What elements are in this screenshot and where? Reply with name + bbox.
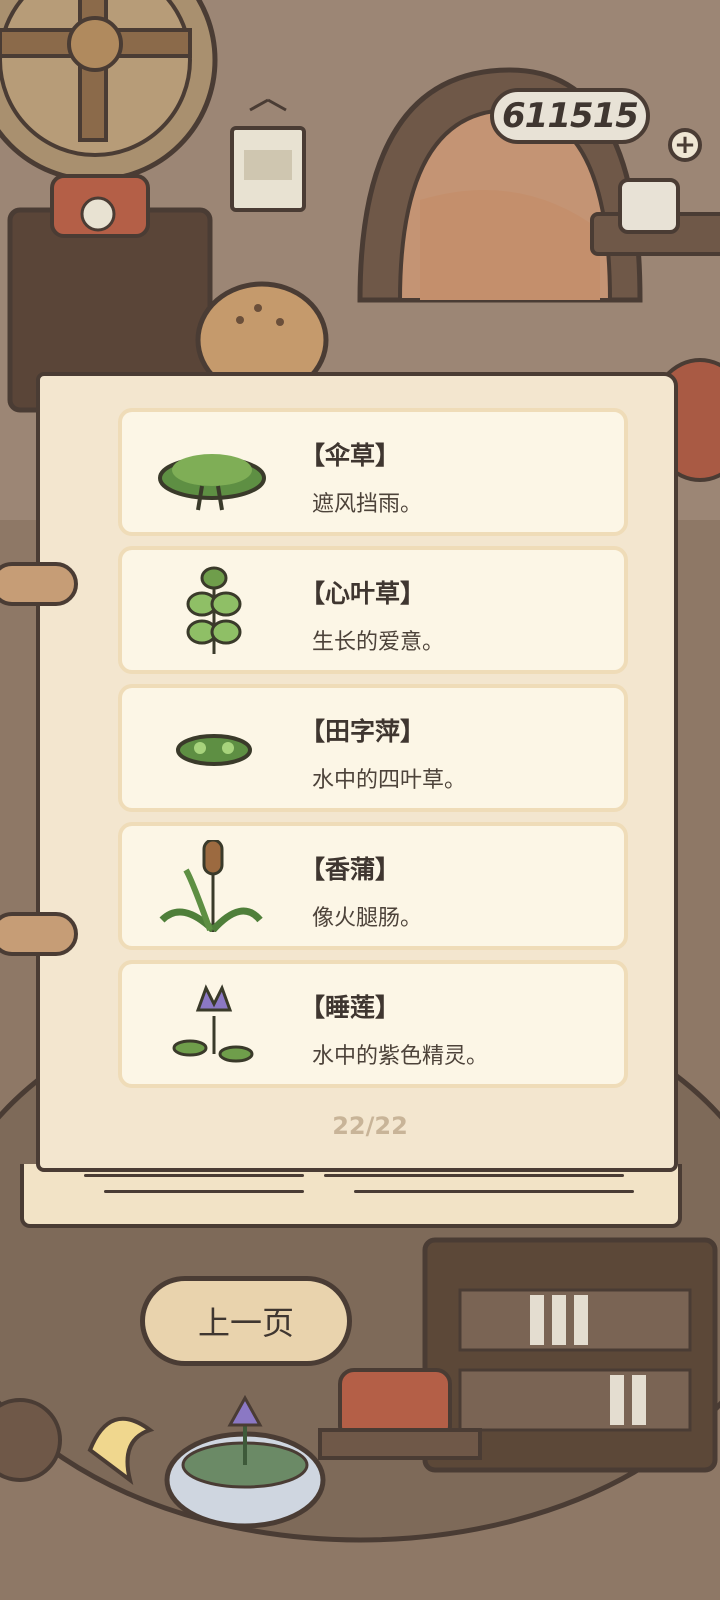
- add-currency-button[interactable]: +: [668, 128, 702, 162]
- catalog-item-water-lily[interactable]: 【睡莲】 水中的紫色精灵。: [118, 960, 628, 1088]
- item-name: 【田字萍】: [300, 717, 426, 746]
- umbrella-grass-icon: [158, 454, 266, 511]
- item-description: 水中的紫色精灵。: [312, 1044, 489, 1069]
- water-lily-icon: [172, 984, 254, 1063]
- item-description: 生长的爱意。: [312, 630, 445, 655]
- item-description: 水中的四叶草。: [312, 768, 467, 793]
- item-name: 【香蒲】: [300, 855, 401, 884]
- catalog-item-cattail[interactable]: 【香蒲】 像火腿肠。: [118, 822, 628, 950]
- book-page-edge: [20, 1164, 682, 1228]
- book-ring-top: [0, 562, 78, 606]
- clover-count: 611515: [502, 96, 639, 136]
- coffee-mug: [618, 178, 680, 234]
- water-clover-icon: [176, 734, 252, 766]
- clover-currency-display: 611515: [490, 88, 650, 144]
- heart-leaf-grass-icon: [186, 566, 242, 654]
- item-description: 遮风挡雨。: [312, 492, 423, 517]
- page-indicator: 22/22: [332, 1112, 408, 1140]
- item-name: 【睡莲】: [300, 993, 401, 1022]
- cattail-icon: [159, 840, 263, 932]
- previous-page-button[interactable]: 上一页: [140, 1276, 352, 1366]
- book-ring-bottom: [0, 912, 78, 956]
- telephone: [50, 174, 150, 238]
- item-name: 【伞草】: [300, 441, 401, 470]
- item-name: 【心叶草】: [300, 579, 426, 608]
- item-description: 像火腿肠。: [312, 906, 423, 931]
- plus-icon: +: [674, 130, 696, 160]
- catalog-item-water-clover[interactable]: 【田字萍】 水中的四叶草。: [118, 684, 628, 812]
- catalog-item-heart-leaf-grass[interactable]: 【心叶草】 生长的爱意。: [118, 546, 628, 674]
- catalog-item-umbrella-grass[interactable]: 【伞草】 遮风挡雨。: [118, 408, 628, 536]
